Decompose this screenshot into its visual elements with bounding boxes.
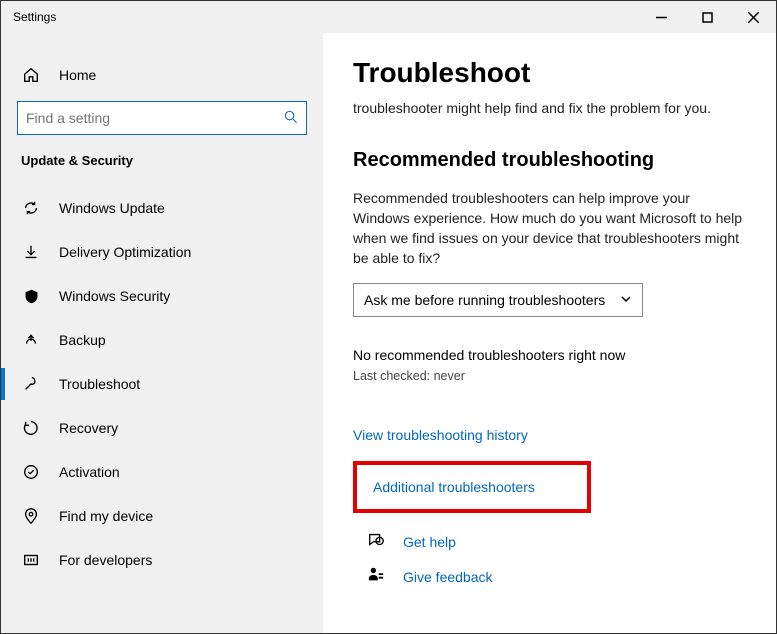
sidebar-item-backup[interactable]: Backup xyxy=(1,318,323,362)
page-description: troubleshooter might help find and fix t… xyxy=(353,99,746,119)
search-field[interactable] xyxy=(26,110,284,126)
sidebar-item-label: Find my device xyxy=(59,508,153,524)
sidebar-item-windows-update[interactable]: Windows Update xyxy=(1,186,323,230)
minimize-button[interactable] xyxy=(638,1,684,33)
sidebar-item-label: For developers xyxy=(59,552,152,568)
section-description: Recommended troubleshooters can help imp… xyxy=(353,188,746,269)
developer-icon xyxy=(21,551,41,569)
sidebar-item-delivery-optimization[interactable]: Delivery Optimization xyxy=(1,230,323,274)
titlebar: Settings xyxy=(1,1,776,33)
sidebar: Home Update & Security Windows Update De… xyxy=(1,33,323,633)
troubleshoot-preference-dropdown[interactable]: Ask me before running troubleshooters xyxy=(353,283,643,317)
search-input[interactable] xyxy=(17,101,307,135)
sidebar-item-label: Activation xyxy=(59,464,120,480)
get-help-label: Get help xyxy=(403,534,456,550)
sidebar-item-windows-security[interactable]: Windows Security xyxy=(1,274,323,318)
sidebar-item-troubleshoot[interactable]: Troubleshoot xyxy=(1,362,323,406)
chevron-down-icon xyxy=(620,292,632,308)
home-label: Home xyxy=(59,67,96,83)
sidebar-item-recovery[interactable]: Recovery xyxy=(1,406,323,450)
get-help-link[interactable]: Get help xyxy=(353,531,746,554)
recovery-icon xyxy=(21,419,41,437)
highlight-box: Additional troubleshooters xyxy=(353,461,591,513)
section-title: Recommended troubleshooting xyxy=(353,149,746,172)
give-feedback-label: Give feedback xyxy=(403,569,493,585)
backup-icon xyxy=(21,331,41,349)
sidebar-item-label: Windows Security xyxy=(59,288,170,304)
sidebar-item-activation[interactable]: Activation xyxy=(1,450,323,494)
sidebar-item-label: Troubleshoot xyxy=(59,376,140,392)
help-icon xyxy=(367,531,389,554)
view-history-link[interactable]: View troubleshooting history xyxy=(353,427,746,443)
home-button[interactable]: Home xyxy=(1,53,323,97)
search-icon xyxy=(284,110,298,127)
section-label: Update & Security xyxy=(1,153,323,186)
download-icon xyxy=(21,243,41,261)
feedback-icon xyxy=(367,566,389,589)
sync-icon xyxy=(21,199,41,217)
close-button[interactable] xyxy=(730,1,776,33)
dropdown-value: Ask me before running troubleshooters xyxy=(364,292,605,308)
status-text: No recommended troubleshooters right now xyxy=(353,347,746,363)
window-title: Settings xyxy=(1,10,638,24)
sidebar-item-label: Backup xyxy=(59,332,106,348)
additional-troubleshooters-link[interactable]: Additional troubleshooters xyxy=(373,479,571,495)
last-checked-text: Last checked: never xyxy=(353,369,746,383)
check-circle-icon xyxy=(21,463,41,481)
sidebar-item-label: Recovery xyxy=(59,420,118,436)
shield-icon xyxy=(21,288,41,305)
page-title: Troubleshoot xyxy=(353,57,746,89)
sidebar-item-label: Windows Update xyxy=(59,200,165,216)
sidebar-item-label: Delivery Optimization xyxy=(59,244,191,260)
maximize-button[interactable] xyxy=(684,1,730,33)
give-feedback-link[interactable]: Give feedback xyxy=(353,566,746,589)
content-area: Troubleshoot troubleshooter might help f… xyxy=(323,33,776,633)
sidebar-item-find-my-device[interactable]: Find my device xyxy=(1,494,323,538)
window-controls xyxy=(638,1,776,33)
sidebar-item-for-developers[interactable]: For developers xyxy=(1,538,323,582)
home-icon xyxy=(21,66,41,84)
location-icon xyxy=(21,507,41,525)
wrench-icon xyxy=(21,375,41,393)
